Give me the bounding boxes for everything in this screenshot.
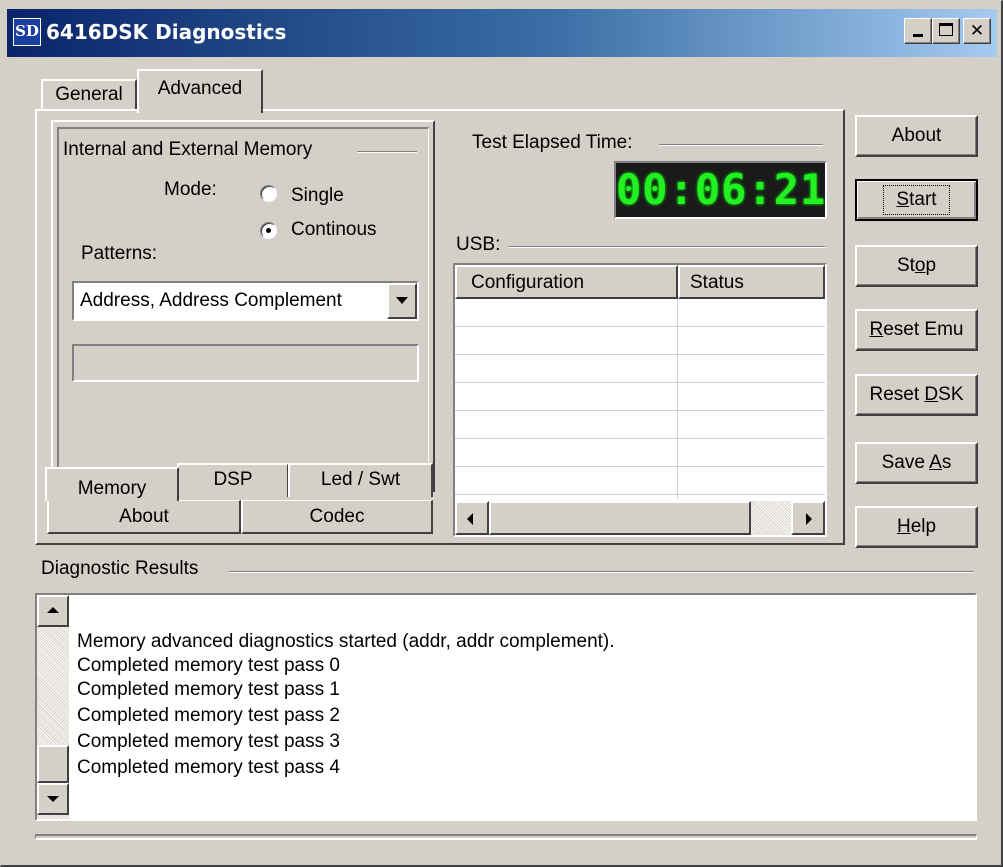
scroll-right-button[interactable] [791, 501, 825, 535]
tab-general-label: General [55, 84, 123, 105]
sub-tab-about-label: About [119, 506, 169, 527]
arrow-down-icon [47, 796, 59, 802]
tab-general[interactable]: General [41, 79, 137, 111]
reset-dsk-button[interactable]: Reset DSK [855, 374, 978, 416]
status-bar [35, 834, 977, 840]
reset-emu-button-label: Reset Emu [869, 319, 964, 340]
tab-advanced[interactable]: Advanced [137, 69, 263, 113]
about-button-label: About [891, 125, 942, 146]
arrow-right-icon [806, 513, 812, 525]
save-as-button-label: Save As [881, 452, 952, 473]
chevron-down-icon [396, 297, 408, 304]
usb-list[interactable]: Configuration Status [453, 263, 827, 537]
mode-single-radio[interactable] [260, 185, 277, 202]
sub-tab-dsp[interactable]: DSP [177, 463, 289, 497]
results-scroll-thumb[interactable] [37, 745, 69, 783]
patterns-dropdown-value: Address, Address Complement [80, 290, 342, 311]
start-button[interactable]: Start [855, 179, 978, 221]
log-line: Completed memory test pass 0 [77, 655, 340, 676]
log-line: Completed memory test pass 4 [77, 757, 340, 778]
sub-tab-led-swt[interactable]: Led / Swt [288, 463, 433, 497]
memory-group-title: Internal and External Memory [63, 139, 313, 160]
log-line: Completed memory test pass 2 [77, 705, 340, 726]
patterns-label: Patterns: [81, 243, 158, 264]
minimize-button[interactable] [904, 18, 932, 44]
log-line: Completed memory test pass 3 [77, 731, 340, 752]
diagnostics-window: SD 6416DSK Diagnostics ✕ General Advance… [0, 0, 1003, 867]
stop-button[interactable]: Stop [855, 245, 978, 287]
help-button-label: Help [896, 516, 937, 537]
column-header-status[interactable]: Status [678, 265, 825, 299]
close-icon: ✕ [969, 21, 985, 40]
sub-tab-codec[interactable]: Codec [241, 500, 433, 534]
sub-tab-dsp-label: DSP [213, 469, 253, 490]
help-button[interactable]: Help [855, 506, 978, 548]
mode-continous-radio[interactable] [260, 222, 277, 239]
column-header-status-label: Status [690, 272, 744, 293]
close-button[interactable]: ✕ [963, 18, 991, 44]
sub-tab-memory[interactable]: Memory [45, 467, 179, 501]
arrow-left-icon [467, 513, 473, 525]
dropdown-button[interactable] [387, 283, 417, 319]
scroll-left-button[interactable] [455, 501, 489, 535]
log-line: Memory advanced diagnostics started (add… [77, 631, 615, 652]
usb-grid [455, 299, 825, 499]
usb-label: USB: [456, 234, 501, 255]
sub-tab-about[interactable]: About [47, 500, 241, 534]
minimize-icon [913, 34, 923, 37]
sub-tab-codec-label: Codec [309, 506, 365, 527]
sub-tab-memory-label: Memory [77, 478, 147, 499]
elapsed-time-value: 00:06:21 [616, 165, 827, 214]
column-header-configuration[interactable]: Configuration [455, 265, 678, 299]
tab-advanced-label: Advanced [157, 78, 243, 99]
mode-label: Mode: [164, 179, 217, 200]
maximize-button[interactable] [932, 18, 960, 44]
elapsed-time-label: Test Elapsed Time: [472, 132, 633, 153]
log-line: Completed memory test pass 1 [77, 679, 340, 700]
mode-single-label[interactable]: Single [291, 185, 344, 207]
maximize-icon [939, 23, 953, 36]
stop-button-label: Stop [896, 255, 937, 276]
patterns-dropdown[interactable]: Address, Address Complement [72, 281, 419, 321]
usb-horizontal-scrollbar[interactable] [455, 501, 825, 535]
reset-dsk-button-label: Reset DSK [869, 384, 964, 405]
reset-emu-button[interactable]: Reset Emu [855, 309, 978, 351]
start-button-label: Start [896, 189, 937, 210]
arrow-up-icon [47, 607, 59, 613]
elapsed-time-display: 00:06:21 [614, 161, 827, 219]
window-title: 6416DSK Diagnostics [46, 20, 287, 44]
app-icon: SD [13, 18, 41, 46]
scroll-thumb[interactable] [489, 501, 751, 535]
column-header-configuration-label: Configuration [471, 272, 585, 293]
about-button[interactable]: About [855, 115, 978, 157]
diagnostic-results-label: Diagnostic Results [41, 558, 199, 579]
mode-continous-label[interactable]: Continous [291, 219, 377, 241]
scroll-up-button[interactable] [37, 595, 69, 627]
save-as-button[interactable]: Save As [855, 442, 978, 484]
results-vertical-scrollbar[interactable] [37, 595, 69, 819]
sub-tab-led-swt-label: Led / Swt [320, 469, 401, 490]
scroll-down-button[interactable] [37, 783, 69, 815]
memory-progress-bar [72, 344, 419, 382]
